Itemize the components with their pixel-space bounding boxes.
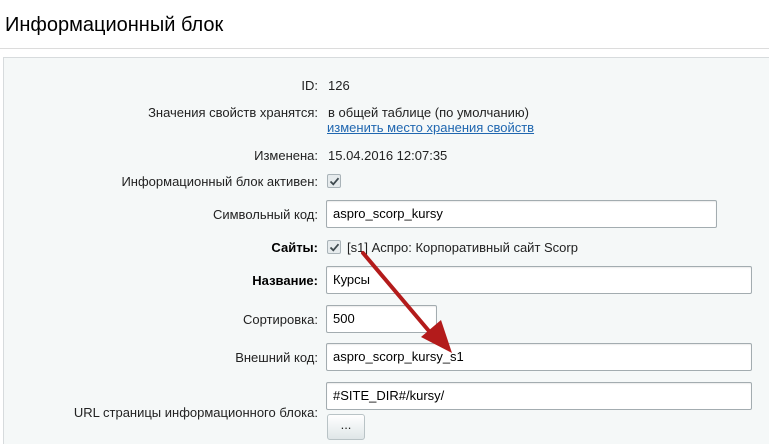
check-icon bbox=[329, 177, 340, 186]
name-label: Название: bbox=[252, 273, 318, 288]
page-title: Информационный блок bbox=[5, 14, 224, 36]
sort-label: Сортировка: bbox=[243, 312, 318, 327]
url-browse-button[interactable]: ... bbox=[327, 414, 365, 440]
site-s1-label: [s1] Аспро: Корпоративный сайт Scorp bbox=[347, 240, 578, 255]
changed-value: 15.04.2016 12:07:35 bbox=[328, 148, 448, 163]
url-label: URL страницы информационного блока: bbox=[73, 405, 318, 420]
page-header: Информационный блок bbox=[0, 0, 769, 49]
name-input[interactable]: Курсы bbox=[326, 266, 752, 294]
id-label: ID: bbox=[301, 78, 318, 93]
external-code-input[interactable]: aspro_scorp_kursy_s1 bbox=[326, 343, 752, 371]
sort-input[interactable]: 500 bbox=[326, 305, 437, 333]
site-s1-checkbox[interactable] bbox=[327, 240, 341, 254]
storage-value: в общей таблице (по умолчанию) bbox=[328, 105, 530, 120]
changed-label: Изменена: bbox=[254, 148, 318, 163]
external-code-label: Внешний код: bbox=[235, 350, 318, 365]
sites-label: Сайты: bbox=[271, 240, 318, 255]
url-input[interactable]: #SITE_DIR#/kursy/ bbox=[326, 382, 752, 410]
storage-label: Значения свойств хранятся: bbox=[148, 105, 318, 120]
check-icon bbox=[329, 243, 340, 252]
id-value: 126 bbox=[328, 78, 350, 93]
change-storage-link[interactable]: изменить место хранения свойств bbox=[327, 120, 534, 135]
code-label: Символьный код: bbox=[212, 207, 318, 222]
active-checkbox[interactable] bbox=[327, 174, 341, 188]
active-label: Информационный блок активен: bbox=[121, 174, 318, 189]
code-input[interactable]: aspro_scorp_kursy bbox=[326, 200, 717, 228]
